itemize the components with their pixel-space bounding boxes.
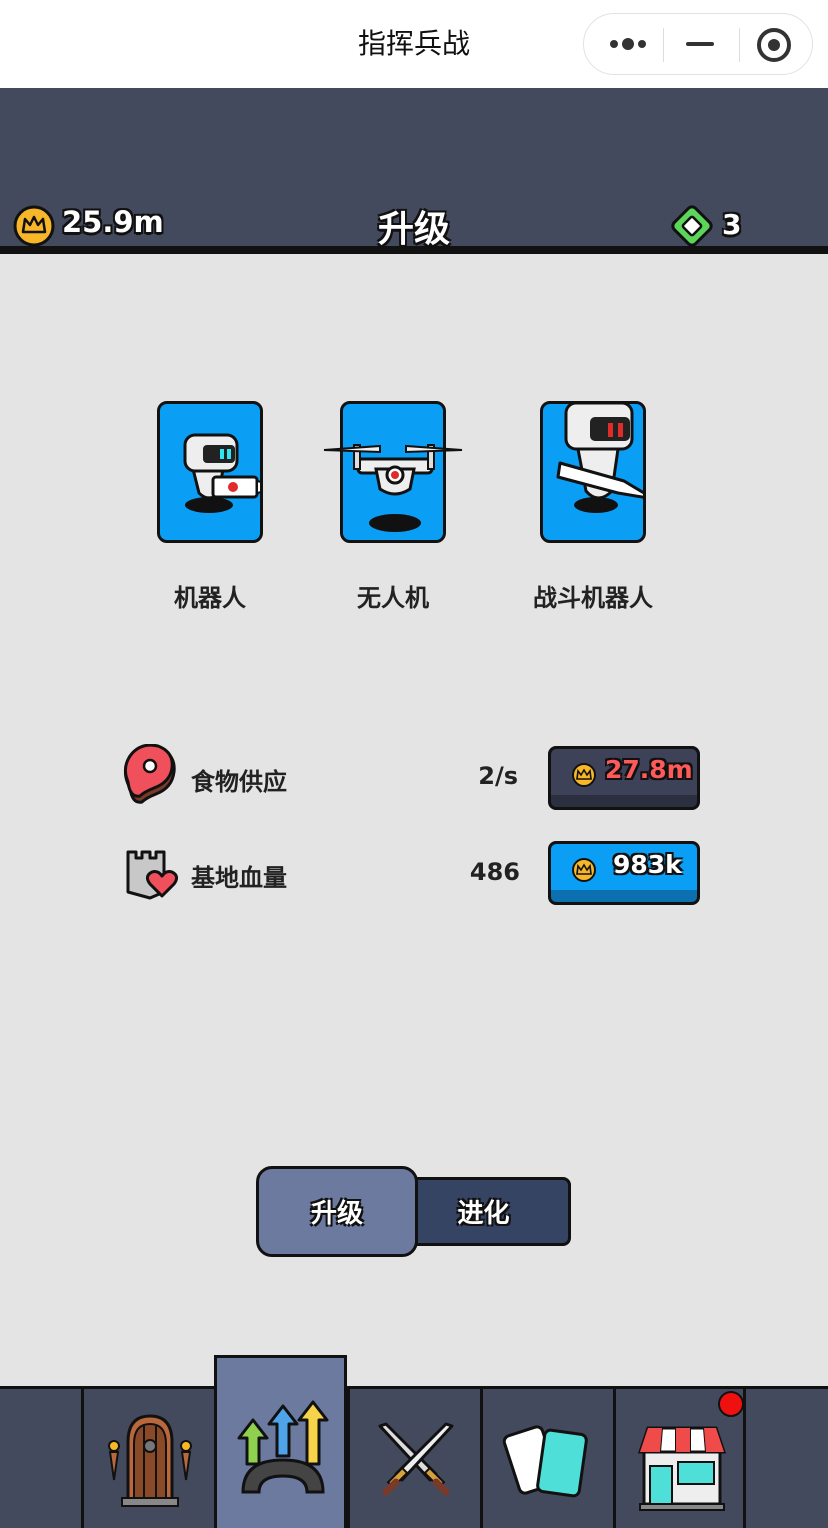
upgrade-label-food: 食物供应	[191, 768, 287, 796]
notification-badge	[718, 1391, 744, 1417]
cards-icon	[502, 1425, 588, 1498]
upgrade-arrows-icon	[237, 1400, 329, 1494]
nav-tab-upgrade[interactable]	[214, 1355, 347, 1528]
minimize-icon[interactable]	[682, 30, 722, 58]
shop-icon	[637, 1426, 727, 1511]
crown-coin-icon	[13, 205, 55, 251]
upgrade-value-base-hp: 486	[469, 858, 520, 886]
combat-robot-icon	[556, 404, 643, 513]
door-icon	[108, 1414, 192, 1507]
unit-name-robot: 机器人	[174, 584, 246, 612]
nav-tab-shop[interactable]	[613, 1388, 746, 1528]
unit-card-drone[interactable]	[340, 401, 446, 543]
crown-coin-icon	[572, 858, 596, 882]
unit-name-combat-robot: 战斗机器人	[533, 584, 653, 612]
drone-icon	[353, 444, 435, 532]
crossed-swords-icon	[378, 1422, 454, 1496]
gem-icon	[670, 204, 714, 252]
upgrade-base-hp-cost: 983k	[613, 850, 682, 879]
more-icon[interactable]	[604, 30, 654, 58]
upgrade-food-cost: 27.8m	[605, 755, 693, 784]
unit-card-combat-robot[interactable]	[540, 401, 646, 543]
segment-evolve[interactable]: 进化	[404, 1177, 571, 1246]
upgrade-base-hp-button[interactable]: 983k	[548, 841, 700, 905]
meat-icon	[120, 743, 178, 810]
segment-upgrade-label: 升级	[310, 1199, 363, 1229]
upgrade-value-food: 2/s	[478, 762, 518, 790]
unit-card-robot[interactable]	[157, 401, 263, 543]
unit-name-drone: 无人机	[357, 584, 429, 612]
page-title: 升级	[377, 209, 450, 250]
upgrade-food-button[interactable]: 27.8m	[548, 746, 700, 810]
drone-rotor-left-icon	[322, 440, 382, 464]
segment-upgrade[interactable]: 升级	[256, 1166, 418, 1257]
upgrade-label-base-hp: 基地血量	[191, 864, 287, 892]
capsule-menu	[583, 13, 813, 75]
nav-tab-battle[interactable]	[347, 1388, 480, 1528]
segment-evolve-label: 进化	[457, 1199, 510, 1229]
coin-balance: 25.9m	[62, 205, 164, 239]
nav-tab-cards[interactable]	[480, 1388, 613, 1528]
nav-tab-gate[interactable]	[81, 1388, 214, 1528]
close-app-icon[interactable]	[754, 26, 794, 64]
robot-icon	[183, 433, 260, 513]
gem-balance: 3	[722, 208, 742, 241]
crown-coin-icon	[572, 763, 596, 787]
drone-rotor-right-icon	[404, 440, 464, 464]
castle-heart-icon	[124, 848, 180, 904]
